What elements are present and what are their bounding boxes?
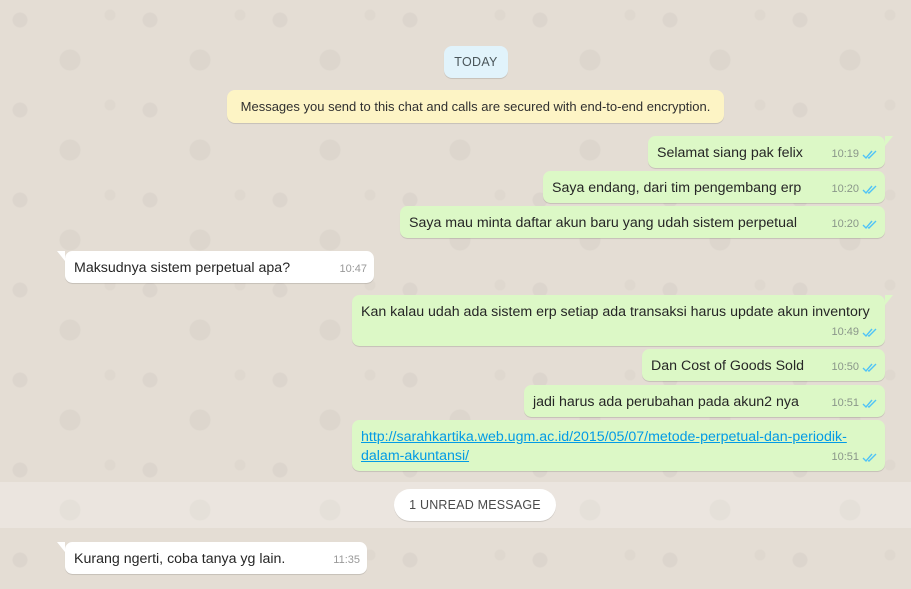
message-text: Saya mau minta daftar akun baru yang uda… xyxy=(409,215,798,231)
double-check-icon xyxy=(862,185,877,195)
message-meta: 10:51 xyxy=(831,394,878,413)
message-time: 10:51 xyxy=(831,397,859,409)
incoming-message[interactable]: Kurang ngerti, coba tanya yg lain. 11:35 xyxy=(57,542,367,574)
outgoing-message[interactable]: Saya mau minta daftar akun baru yang uda… xyxy=(400,206,885,238)
message-time: 10:20 xyxy=(831,183,859,195)
double-check-icon xyxy=(862,150,877,160)
outgoing-message[interactable]: http://sarahkartika.web.ugm.ac.id/2015/0… xyxy=(352,420,885,471)
message-time: 10:47 xyxy=(339,263,367,275)
bubble-tail xyxy=(57,542,65,552)
message-meta: 10:49 xyxy=(831,323,878,342)
double-check-icon xyxy=(862,453,877,463)
outgoing-message[interactable]: Kan kalau udah ada sistem erp setiap ada… xyxy=(352,295,893,346)
message-text: Saya endang, dari tim pengembang erp xyxy=(552,180,802,196)
message-text: Maksudnya sistem perpetual apa? xyxy=(74,260,291,276)
message-time: 10:49 xyxy=(831,326,859,338)
message-text: Kurang ngerti, coba tanya yg lain. xyxy=(74,551,286,567)
message-meta: 10:19 xyxy=(831,145,878,164)
bubble-tail xyxy=(885,295,893,305)
double-check-icon xyxy=(862,363,877,373)
message-text: Kan kalau udah ada sistem erp setiap ada… xyxy=(361,304,870,320)
unread-divider: 1 UNREAD MESSAGE xyxy=(394,489,556,521)
date-divider-label: TODAY xyxy=(454,55,498,69)
message-meta: 11:35 xyxy=(333,551,360,570)
message-time: 10:19 xyxy=(831,148,859,160)
message-meta: 10:50 xyxy=(831,358,878,377)
encryption-notice[interactable]: Messages you send to this chat and calls… xyxy=(227,90,724,123)
outgoing-message[interactable]: Selamat siang pak felix 10:19 xyxy=(648,136,893,168)
message-meta: 10:20 xyxy=(831,215,878,234)
message-time: 10:51 xyxy=(831,451,859,463)
bubble-tail xyxy=(885,136,893,146)
message-time: 10:50 xyxy=(831,361,859,373)
outgoing-message[interactable]: Saya endang, dari tim pengembang erp 10:… xyxy=(543,171,885,203)
message-meta: 10:20 xyxy=(831,180,878,199)
double-check-icon xyxy=(862,399,877,409)
bubble-tail xyxy=(57,251,65,261)
date-divider: TODAY xyxy=(444,46,508,78)
message-text: Selamat siang pak felix xyxy=(657,145,803,161)
message-time: 10:20 xyxy=(831,218,859,230)
message-link[interactable]: http://sarahkartika.web.ugm.ac.id/2015/0… xyxy=(361,429,847,464)
message-time: 11:35 xyxy=(333,554,360,566)
message-meta: 10:51 xyxy=(831,448,878,467)
outgoing-message[interactable]: jadi harus ada perubahan pada akun2 nya … xyxy=(524,385,885,417)
message-text: Dan Cost of Goods Sold xyxy=(651,358,804,374)
double-check-icon xyxy=(862,220,877,230)
double-check-icon xyxy=(862,328,877,338)
outgoing-message[interactable]: Dan Cost of Goods Sold 10:50 xyxy=(642,349,885,381)
unread-divider-label: 1 UNREAD MESSAGE xyxy=(409,498,541,512)
encryption-notice-text: Messages you send to this chat and calls… xyxy=(240,99,711,114)
message-meta: 10:47 xyxy=(339,260,367,279)
incoming-message[interactable]: Maksudnya sistem perpetual apa? 10:47 xyxy=(57,251,374,283)
message-text: jadi harus ada perubahan pada akun2 nya xyxy=(533,394,799,410)
